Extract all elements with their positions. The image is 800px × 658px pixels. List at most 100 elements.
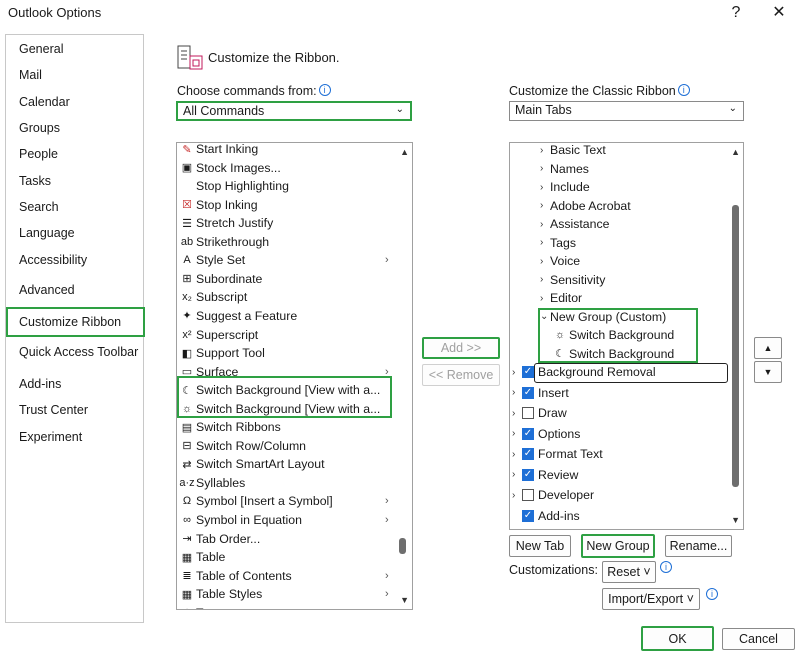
sidebar-item-experiment[interactable]: Experiment (19, 430, 82, 444)
chevron-right-icon[interactable]: › (512, 408, 522, 419)
scroll-down-icon[interactable]: ▼ (731, 515, 740, 525)
sidebar-item-search[interactable]: Search (19, 200, 59, 214)
checkbox[interactable]: ✓ (522, 386, 534, 399)
tree-item[interactable]: ✓ Add-ins (512, 507, 580, 525)
tree-item[interactable]: › ✓ Format Text (512, 445, 603, 463)
remove-button[interactable]: << Remove (422, 364, 500, 386)
sidebar-item-customize-ribbon[interactable]: Customize Ribbon (19, 315, 121, 329)
checkbox[interactable] (522, 489, 534, 501)
cancel-button[interactable]: Cancel (722, 628, 795, 650)
command-item[interactable]: ✎ Start Inking (179, 143, 258, 158)
command-item[interactable]: ▦ Table (179, 548, 226, 566)
chevron-right-icon[interactable]: › (512, 367, 522, 378)
reset-button[interactable]: Reset ˅ (602, 561, 656, 583)
command-item[interactable]: a·z Syllables (179, 474, 245, 492)
command-item[interactable]: ▭ Surface › (179, 363, 389, 381)
chevron-right-icon[interactable]: › (540, 237, 550, 248)
chevron-right-icon[interactable]: › (512, 469, 522, 480)
chevron-right-icon[interactable]: › (540, 256, 550, 267)
tree-item[interactable]: › Assistance (540, 215, 609, 233)
ribbon-tabs-dropdown[interactable]: Main Tabs ⌄ (509, 101, 744, 121)
sidebar-item-language[interactable]: Language (19, 226, 75, 240)
tree-item[interactable]: › Editor (540, 289, 582, 307)
checkbox[interactable] (522, 407, 534, 419)
command-item[interactable]: ∞ Symbol in Equation › (179, 511, 389, 529)
chevron-right-icon[interactable]: › (540, 163, 550, 174)
chevron-right-icon[interactable]: › (512, 387, 522, 398)
add-button[interactable]: Add >> (422, 337, 500, 359)
tree-item[interactable]: › Include (540, 178, 590, 196)
command-item[interactable]: ⇥ Tab Order... (179, 530, 260, 548)
tree-item[interactable]: › ✓ Background Removal (512, 363, 656, 381)
import-export-button[interactable]: Import/Export ˅ (602, 588, 700, 610)
sidebar-item-tasks[interactable]: Tasks (19, 174, 51, 188)
tree-item[interactable]: › Draw (512, 404, 567, 422)
command-item[interactable]: ☼ Switch Background [View with a... (179, 400, 380, 418)
close-button[interactable]: ✕ (767, 2, 791, 24)
command-item[interactable]: x₂ Subscript (179, 288, 247, 306)
checkbox[interactable]: ✓ (522, 509, 534, 522)
command-item[interactable]: ▦ Table Styles › (179, 585, 389, 603)
command-item[interactable]: A Style Set › (179, 251, 388, 269)
info-icon[interactable]: i (677, 84, 690, 96)
chevron-right-icon[interactable]: › (540, 219, 550, 230)
command-item[interactable]: x² Superscript (179, 326, 258, 344)
sidebar-item-people[interactable]: People (19, 147, 58, 161)
chevron-right-icon[interactable]: › (540, 145, 550, 156)
tree-item[interactable]: › ✓ Options (512, 425, 580, 443)
sidebar-item-trust-center[interactable]: Trust Center (19, 403, 88, 417)
choose-commands-dropdown[interactable]: All Commands ⌄ (176, 101, 412, 121)
chevron-right-icon[interactable]: › (540, 293, 550, 304)
scroll-up-icon[interactable]: ▲ (731, 147, 740, 157)
command-item[interactable]: ☰ Stretch Justify (179, 214, 273, 232)
info-icon[interactable]: i (318, 84, 331, 96)
command-item[interactable]: Ω Symbol [Insert a Symbol] › (179, 492, 389, 510)
tree-item[interactable]: › Tags (540, 234, 576, 252)
tree-item[interactable]: › Developer (512, 486, 594, 504)
info-icon[interactable]: i (706, 588, 718, 600)
command-item[interactable]: ab Strikethrough (179, 233, 269, 251)
command-item[interactable]: ✦ Suggest a Feature (179, 307, 297, 325)
command-item[interactable]: ☒ Stop Inking (179, 196, 257, 214)
checkbox[interactable]: ✓ (522, 366, 534, 378)
chevron-right-icon[interactable]: › (512, 428, 522, 439)
ribbon-tree[interactable]: › Basic Text › Names › Include › Adobe Acrobat ›… (509, 142, 744, 530)
command-item[interactable]: ≣ Table of Contents › (179, 567, 388, 585)
move-up-button[interactable]: ▲ (754, 337, 782, 359)
scroll-down-icon[interactable]: ▼ (400, 595, 409, 605)
chevron-right-icon[interactable]: › (512, 490, 522, 501)
tree-item[interactable]: › Adobe Acrobat (540, 197, 631, 215)
tree-item[interactable]: › Basic Text (540, 143, 606, 159)
rename-button[interactable]: Rename... (665, 535, 732, 557)
tree-item[interactable]: ⌄ New Group (Custom) (540, 308, 666, 326)
tree-item[interactable]: › Sensitivity (540, 271, 605, 289)
command-item[interactable]: ⇄ Switch SmartArt Layout (179, 455, 324, 473)
chevron-right-icon[interactable]: › (540, 200, 550, 211)
chevron-right-icon[interactable]: › (540, 274, 550, 285)
command-item[interactable]: Stop Highlighting (179, 177, 289, 195)
command-item[interactable]: ☾ Switch Background [View with a... (179, 381, 380, 399)
tree-item[interactable]: › Names (540, 160, 589, 178)
tree-item[interactable]: › ✓ Insert (512, 384, 569, 402)
new-tab-button[interactable]: New Tab (509, 535, 571, 557)
tree-item[interactable]: ☾ Switch Background (552, 345, 674, 363)
tree-item[interactable]: ☼ Switch Background (552, 326, 674, 344)
scroll-up-icon[interactable]: ▲ (400, 147, 409, 157)
chevron-down-icon[interactable]: ⌄ (540, 311, 550, 322)
sidebar-item-calendar[interactable]: Calendar (19, 95, 70, 109)
sidebar-item-mail[interactable]: Mail (19, 68, 42, 82)
checkbox[interactable]: ✓ (522, 448, 534, 460)
command-item[interactable]: ◎Target (179, 604, 230, 609)
ok-button[interactable]: OK (641, 626, 714, 651)
checkbox[interactable]: ✓ (522, 468, 534, 481)
new-group-button[interactable]: New Group (581, 534, 655, 558)
command-item[interactable]: ⊞ Subordinate (179, 270, 262, 288)
scrollbar-thumb[interactable] (399, 538, 406, 554)
sidebar-item-quick-access-toolbar[interactable]: Quick Access Toolbar (19, 345, 138, 359)
chevron-right-icon[interactable]: › (512, 449, 522, 460)
command-item[interactable]: ▤ Switch Ribbons (179, 418, 281, 436)
sidebar-item-add-ins[interactable]: Add-ins (19, 377, 61, 391)
sidebar-item-groups[interactable]: Groups (19, 121, 60, 135)
commands-list[interactable]: ✎ Start Inking ▣ Stock Images... Stop Highli… (176, 142, 413, 610)
sidebar-item-general[interactable]: General (19, 42, 63, 56)
